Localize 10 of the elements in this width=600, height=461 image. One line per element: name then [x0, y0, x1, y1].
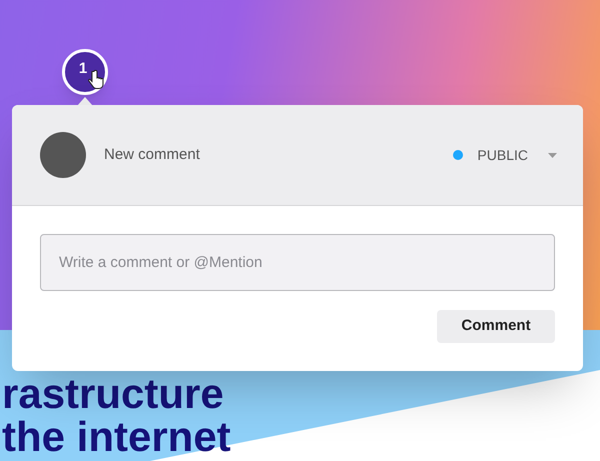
avatar-placeholder — [40, 132, 86, 178]
comment-input-field[interactable]: Write a comment or @Mention — [40, 234, 555, 291]
background-heading: rastructure — [2, 372, 225, 415]
comment-button[interactable]: Comment — [437, 310, 555, 343]
visibility-dropdown[interactable]: PUBLIC — [453, 144, 557, 166]
comment-title: New comment — [104, 144, 200, 165]
hand-cursor-icon — [88, 70, 104, 90]
caret-icon — [548, 152, 557, 158]
marker-number: 1 — [78, 59, 88, 79]
background-heading: the internet — [2, 415, 231, 458]
